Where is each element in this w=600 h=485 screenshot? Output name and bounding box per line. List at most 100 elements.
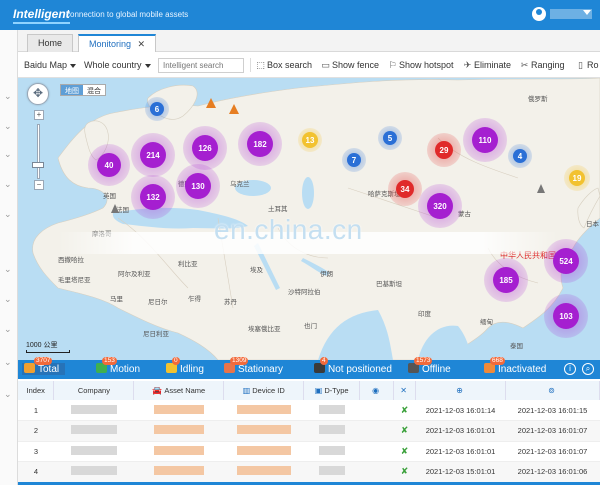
d-type-cell-masked [303,420,360,442]
zoom-slider-track[interactable] [37,124,40,179]
signal-icon: ⊚ [548,386,555,395]
tab-close-icon[interactable]: ✕ [138,39,146,49]
map-label: 乌克兰 [230,181,250,188]
asset-name-cell-masked [133,441,224,462]
map-canvas[interactable]: 英国 法国 德国 乌克兰 土耳其 利比亚 埃及 阿尔及利亚 马里 尼日尔 乍得 … [18,78,600,360]
asset-cluster[interactable]: 132 [131,175,175,219]
company-cell-masked [53,461,134,483]
more-tool-button[interactable]: ▯ Ro [576,60,599,71]
status-tab-stationary[interactable]: 1309 Stationary [224,357,283,375]
region-select[interactable]: Whole country [84,60,151,70]
map-type-option-hybrid[interactable]: 混合 [83,85,105,95]
column-header-online[interactable]: ◉ [359,381,395,400]
status-tab-motion[interactable]: 153 Motion [96,357,141,375]
column-header-gps[interactable]: ✕ [393,381,417,400]
status-tab-offline[interactable]: 1573 Offline [408,357,451,375]
show-fence-button[interactable]: ▭ Show fence [321,60,379,71]
zoom-slider-handle[interactable] [32,162,44,168]
vehicle-marker-icon[interactable] [537,184,545,193]
map-label: 土耳其 [268,206,288,213]
nav-expand-chevron-icon[interactable]: ⌄ [4,390,12,399]
status-tab-idling[interactable]: 0 Idling [166,357,204,375]
table-row[interactable]: 3 ✘ 2021-12-03 16:01:01 2021-12-03 16:01… [18,441,600,462]
user-avatar-icon[interactable] [532,7,546,21]
asset-cluster[interactable]: 130 [176,164,220,208]
show-hotspot-button[interactable]: ⚐ Show hotspot [388,60,453,71]
nav-expand-chevron-icon[interactable]: ⌄ [4,150,12,159]
online-status-icon: ◉ [372,386,380,395]
asset-cluster[interactable]: 19 [564,165,590,191]
status-tab-inactivated[interactable]: 668 Inactivated [484,357,546,375]
column-header-locate-time[interactable]: ⊕ [415,381,506,400]
column-header-d-type[interactable]: ▣ D-Type [303,381,361,400]
total-status-icon [24,363,35,373]
asset-cluster[interactable]: 103 [544,294,588,338]
asset-cluster[interactable]: 182 [238,122,282,166]
satellite-icon: ✕ [400,386,407,395]
asset-cluster[interactable]: 6 [145,97,169,121]
column-header-index[interactable]: Index [18,381,55,400]
nav-expand-chevron-icon[interactable]: ⌄ [4,122,12,131]
info-icon[interactable]: i [564,363,576,375]
asset-cluster[interactable]: 40 [88,144,130,186]
stationary-count-badge: 1309 [230,357,249,365]
nav-expand-chevron-icon[interactable]: ⌄ [4,325,12,334]
nav-expand-chevron-icon[interactable]: ⌄ [4,180,12,189]
asset-cluster[interactable]: 29 [427,133,461,167]
idling-count-badge: 0 [172,357,180,365]
nav-expand-chevron-icon[interactable]: ⌄ [4,358,12,367]
eliminate-button[interactable]: ✈ Eliminate [463,60,511,71]
column-header-company[interactable]: Company [53,381,135,400]
table-row[interactable]: 1 ✘ 2021-12-03 16:01:14 2021-12-03 16:01… [18,400,600,421]
box-search-button[interactable]: ⬚ Box search [256,60,312,71]
asset-cluster[interactable]: 4 [508,144,532,168]
map-pan-control[interactable] [27,83,49,105]
vehicle-marker-icon[interactable] [111,204,119,213]
search-icon[interactable]: ⌕ [582,363,594,375]
nav-expand-chevron-icon[interactable]: ⌄ [4,295,12,304]
column-header-signal-time[interactable]: ⊚ [505,381,600,400]
vehicle-marker-icon[interactable] [206,98,216,108]
tab-home[interactable]: Home [27,34,74,52]
column-header-device-id[interactable]: ▥ Device ID [223,381,305,400]
asset-cluster[interactable]: 185 [484,258,528,302]
vehicle-marker-icon[interactable] [229,104,239,114]
map-label: 泰国 [510,343,523,350]
map-type-switch[interactable]: 地图 混合 [60,84,106,96]
cluster-count: 103 [553,303,579,329]
nav-expand-chevron-icon[interactable]: ⌄ [4,265,12,274]
asset-cluster[interactable]: 126 [183,126,227,170]
gps-ok-icon: ✘ [393,441,416,462]
zoom-in-button[interactable]: + [34,110,44,120]
tab-monitoring[interactable]: Monitoring ✕ [78,34,157,52]
zoom-out-button[interactable]: − [34,180,44,190]
table-row[interactable]: 2 ✘ 2021-12-03 16:01:01 2021-12-03 16:01… [18,420,600,442]
locate-time-cell: 2021-12-03 16:01:14 [415,400,506,421]
asset-cluster[interactable]: 214 [131,133,175,177]
barcode-icon: ▥ [242,386,251,395]
table-row[interactable]: 4 ✘ 2021-12-03 15:01:01 2021-12-03 16:01… [18,461,600,483]
asset-cluster[interactable]: 34 [388,172,422,206]
nav-expand-chevron-icon[interactable]: ⌄ [4,210,12,219]
user-menu-caret-icon[interactable] [583,10,591,15]
map-source-select[interactable]: Baidu Map [24,60,77,70]
column-header-asset-name[interactable]: 🚘 Asset Name [133,381,225,400]
status-tab-label: Motion [110,364,141,375]
cluster-count: 6 [150,102,164,116]
asset-cluster[interactable]: 7 [342,148,366,172]
cluster-count: 110 [472,127,498,153]
status-tab-not-positioned[interactable]: 4 Not positioned [314,357,392,375]
index-cell: 2 [18,420,54,442]
map-label: 利比亚 [178,261,198,268]
intelligent-search-input[interactable] [158,58,244,73]
table-header-row: Index Company 🚘 Asset Name ▥ Device ID ▣ D-… [18,381,600,400]
asset-cluster[interactable]: 320 [418,184,462,228]
nav-expand-chevron-icon[interactable]: ⌄ [4,92,12,101]
asset-cluster[interactable]: 5 [378,126,402,150]
map-source-label: Baidu Map [24,60,68,70]
ranging-button[interactable]: ✂ Ranging [520,60,565,71]
map-type-option-map[interactable]: 地图 [61,85,83,95]
asset-cluster[interactable]: 13 [298,128,322,152]
status-tab-total[interactable]: 3707 Total [22,357,66,375]
asset-cluster[interactable]: 110 [463,118,507,162]
